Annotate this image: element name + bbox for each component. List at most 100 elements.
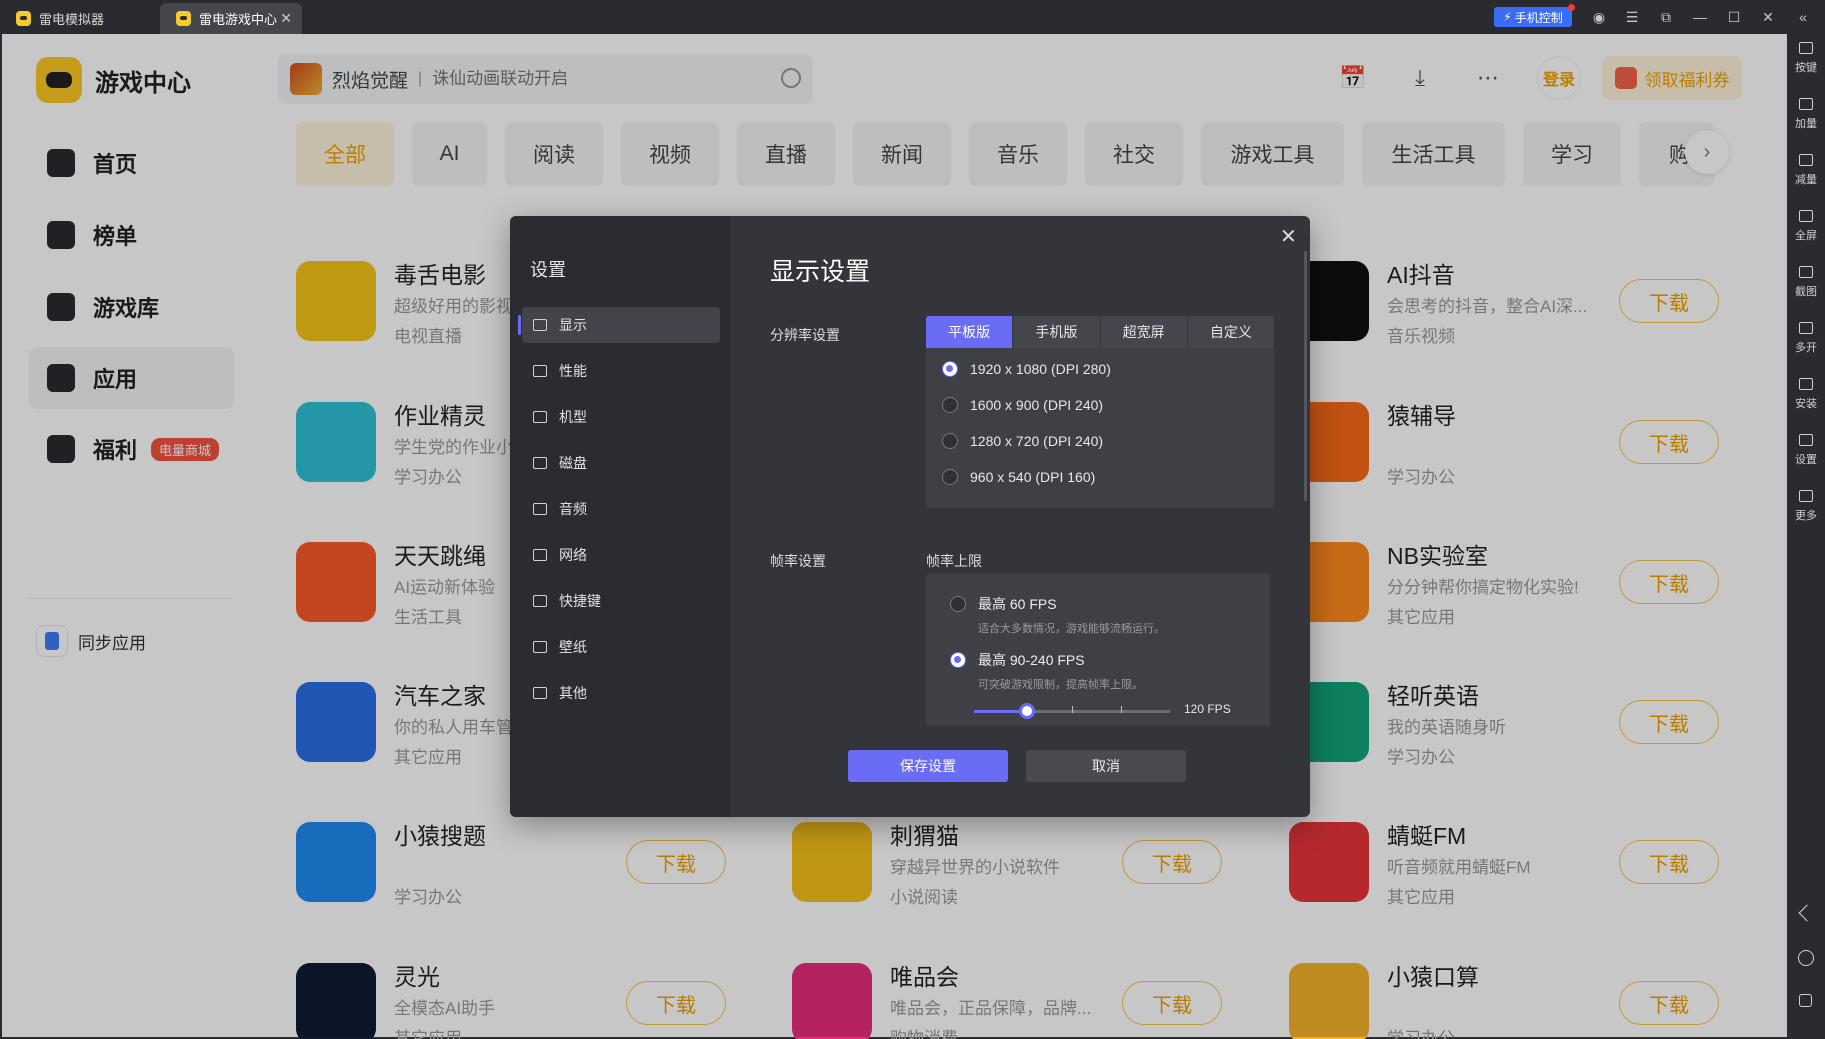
fps-option-desc: 可突破游戏限制，提高帧率上限。 <box>978 679 1143 691</box>
toolbar-screenshot-button[interactable]: 截图 <box>1787 258 1825 310</box>
tab-game-center[interactable]: 雷电游戏中心 ✕ <box>160 3 302 34</box>
radio[interactable] <box>950 596 966 612</box>
monitor-icon <box>533 319 547 331</box>
recent-apps-icon[interactable] <box>1799 994 1812 1007</box>
keyboard-icon <box>1799 42 1813 54</box>
radio[interactable] <box>942 433 958 449</box>
fps-option-60[interactable]: 最高 60 FPS 适合大多数情况，游戏能够流畅运行。 <box>950 594 1165 636</box>
display-settings-heading: 显示设置 <box>770 258 871 286</box>
resolution-option-label: 1600 x 900 (DPI 240) <box>970 397 1104 413</box>
resolution-option-label: 1920 x 1080 (DPI 280) <box>970 361 1111 377</box>
settings-item-shortcuts[interactable]: 快捷键 <box>522 583 720 619</box>
install-icon <box>1799 378 1813 390</box>
home-circle-icon[interactable] <box>1798 950 1814 966</box>
settings-item-label: 其他 <box>559 685 587 701</box>
title-bar: 雷电模拟器 雷电游戏中心 ✕ ⚡ 手机控制 ◉ ☰ ⧉ — ☐ ✕ « <box>0 0 1825 34</box>
toolbar-volume-up-label: 加量 <box>1795 118 1817 130</box>
emulator-toolbar: 按键 加量 减量 全屏 截图 多开 安装 设置 更多 <box>1787 34 1825 1039</box>
toolbar-fullscreen-button[interactable]: 全屏 <box>1787 202 1825 254</box>
scissors-icon <box>1799 266 1813 278</box>
resolution-option-1600[interactable]: 1600 x 900 (DPI 240) <box>942 397 1103 413</box>
fps-slider-handle[interactable] <box>1018 703 1035 719</box>
radio[interactable] <box>942 469 958 485</box>
tab-phone[interactable]: 手机版 <box>1013 316 1101 348</box>
toolbar-volume-down-label: 减量 <box>1795 174 1817 186</box>
radio-selected[interactable] <box>950 652 966 668</box>
keyboard-icon <box>533 595 547 607</box>
toolbar-install-button[interactable]: 安装 <box>1787 370 1825 422</box>
menu-icon[interactable]: ☰ <box>1621 6 1643 28</box>
settings-item-other[interactable]: 其他 <box>522 675 720 711</box>
back-icon[interactable] <box>1798 904 1816 922</box>
phone-control-button[interactable]: ⚡ 手机控制 <box>1494 4 1575 27</box>
toolbar-install-label: 安装 <box>1795 398 1817 410</box>
resolution-option-1920[interactable]: 1920 x 1080 (DPI 280) <box>942 361 1111 377</box>
settings-item-device-model[interactable]: 机型 <box>522 399 720 435</box>
settings-item-audio[interactable]: 音频 <box>522 491 720 527</box>
settings-item-display[interactable]: 显示 <box>518 307 720 343</box>
toolbar-keymap-button[interactable]: 按键 <box>1787 34 1825 86</box>
toolbar-more-button[interactable]: 更多 <box>1787 482 1825 534</box>
settings-item-label: 显示 <box>559 317 587 333</box>
settings-item-performance[interactable]: 性能 <box>522 353 720 389</box>
settings-item-network[interactable]: 网络 <box>522 537 720 573</box>
tab-custom[interactable]: 自定义 <box>1188 316 1274 348</box>
tab-ultrawide[interactable]: 超宽屏 <box>1101 316 1188 348</box>
audio-icon <box>533 503 547 515</box>
close-dialog-icon[interactable]: ✕ <box>1280 224 1297 249</box>
fps-options: 最高 60 FPS 适合大多数情况，游戏能够流畅运行。 最高 90-240 FP… <box>926 574 1270 726</box>
settings-item-disk[interactable]: 磁盘 <box>522 445 720 481</box>
fps-label: 帧率设置 <box>770 553 826 569</box>
globe-icon <box>533 549 547 561</box>
toolbar-fullscreen-label: 全屏 <box>1795 230 1817 242</box>
toolbar-screenshot-label: 截图 <box>1795 286 1817 298</box>
collapse-sidebar-icon[interactable]: « <box>1792 6 1814 28</box>
slider-tick <box>1072 706 1073 713</box>
volume-down-icon <box>1799 154 1813 166</box>
settings-title: 设置 <box>530 260 566 280</box>
resolution-option-label: 960 x 540 (DPI 160) <box>970 469 1096 485</box>
settings-item-wallpaper[interactable]: 壁纸 <box>522 629 720 665</box>
toolbar-more-label: 更多 <box>1795 510 1817 522</box>
radio[interactable] <box>942 397 958 413</box>
tab-emulator[interactable]: 雷电模拟器 <box>0 3 157 34</box>
gear-icon <box>1799 434 1813 446</box>
device-icon <box>533 411 547 423</box>
float-window-icon[interactable]: ⧉ <box>1655 6 1677 28</box>
minimize-icon[interactable]: — <box>1689 6 1711 28</box>
volume-up-icon <box>1799 98 1813 110</box>
notification-dot <box>1568 4 1575 11</box>
cancel-button[interactable]: 取消 <box>1026 750 1186 782</box>
settings-item-label: 机型 <box>559 409 587 425</box>
tab-tablet[interactable]: 平板版 <box>926 316 1014 348</box>
more-icon <box>1799 490 1813 502</box>
settings-scrollbar[interactable] <box>1304 251 1307 501</box>
fps-option-desc: 适合大多数情况，游戏能够流畅运行。 <box>978 623 1165 635</box>
slider-tick <box>1121 706 1122 713</box>
tab-game-center-label: 雷电游戏中心 <box>199 12 278 27</box>
fps-limit-label: 帧率上限 <box>926 553 982 569</box>
close-window-icon[interactable]: ✕ <box>1757 6 1779 28</box>
toolbar-settings-button[interactable]: 设置 <box>1787 426 1825 478</box>
palette-icon <box>533 641 547 653</box>
maximize-icon[interactable]: ☐ <box>1723 6 1745 28</box>
settings-item-label: 壁纸 <box>559 639 587 655</box>
close-tab-icon[interactable]: ✕ <box>280 10 292 27</box>
tab-emulator-label: 雷电模拟器 <box>39 12 105 27</box>
resolution-option-1280[interactable]: 1280 x 720 (DPI 240) <box>942 433 1103 449</box>
resolution-option-960[interactable]: 960 x 540 (DPI 160) <box>942 469 1095 485</box>
toolbar-volume-down-button[interactable]: 减量 <box>1787 146 1825 198</box>
account-icon[interactable]: ◉ <box>1588 6 1610 28</box>
save-settings-button[interactable]: 保存设置 <box>848 750 1008 782</box>
toolbar-volume-up-button[interactable]: 加量 <box>1787 90 1825 142</box>
resolution-option-label: 1280 x 720 (DPI 240) <box>970 433 1104 449</box>
radio-selected[interactable] <box>942 361 958 377</box>
fps-value: 120 FPS <box>1184 702 1231 716</box>
fps-slider[interactable] <box>974 703 1170 719</box>
toolbar-multi-instance-button[interactable]: 多开 <box>1787 314 1825 366</box>
fps-option-high[interactable]: 最高 90-240 FPS 可突破游戏限制，提高帧率上限。 <box>950 650 1143 692</box>
fullscreen-icon <box>1799 210 1813 222</box>
lightning-icon: ⚡ <box>1503 10 1512 24</box>
toolbar-multi-instance-label: 多开 <box>1795 342 1817 354</box>
performance-icon <box>533 365 547 377</box>
